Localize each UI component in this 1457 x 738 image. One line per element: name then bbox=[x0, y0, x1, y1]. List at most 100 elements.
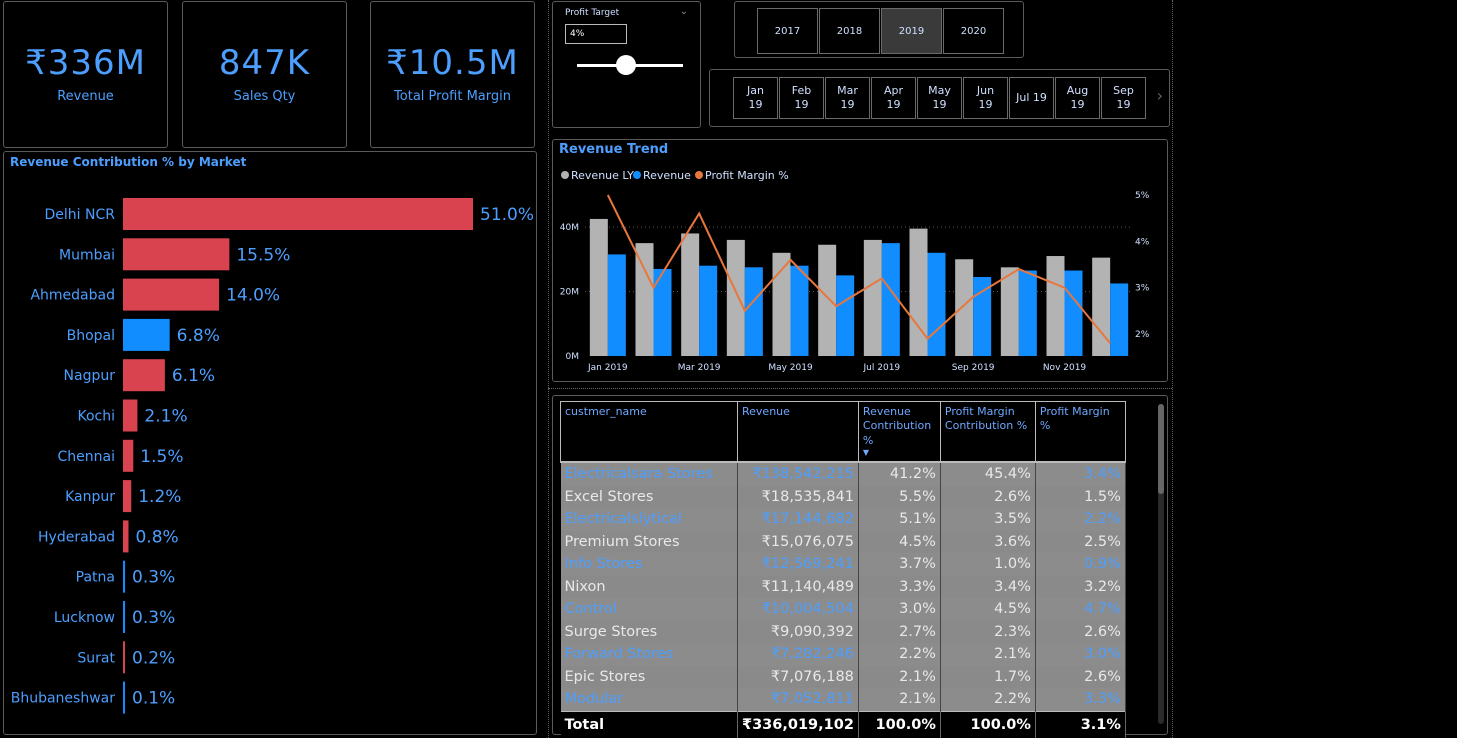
sort-desc-icon[interactable]: ▼ bbox=[863, 448, 936, 458]
bar-revenue-ly[interactable] bbox=[909, 228, 928, 356]
bar-revenue-ly[interactable] bbox=[635, 243, 654, 356]
category-label: Patna bbox=[76, 570, 115, 586]
table-row[interactable]: Epic Stores ₹7,076,188 2.1% 1.7% 2.6% bbox=[560, 665, 1126, 689]
bar-revenue-ly[interactable] bbox=[681, 233, 700, 356]
data-label: 15.5% bbox=[236, 245, 290, 265]
bar-revenue[interactable] bbox=[607, 254, 626, 356]
column-header-label: Revenue bbox=[742, 405, 790, 418]
year-button-2018[interactable]: 2018 bbox=[819, 8, 880, 54]
chevron-down-icon[interactable]: ⌄ bbox=[680, 6, 688, 17]
table-cell: 41.2% bbox=[858, 462, 941, 486]
scrollbar-thumb[interactable] bbox=[1158, 404, 1164, 494]
year-button-2017[interactable]: 2017 bbox=[757, 8, 818, 54]
bar-revenue[interactable] bbox=[927, 252, 946, 356]
column-header[interactable]: Profit Margin Contribution % bbox=[939, 401, 1036, 464]
table-cell: 3.6% bbox=[940, 530, 1036, 554]
table-row[interactable]: Nixon ₹11,140,489 3.3% 3.4% 3.2% bbox=[560, 575, 1126, 599]
legend-label[interactable]: Profit Margin % bbox=[705, 169, 789, 182]
table-row[interactable]: Electricalsara Stores ₹138,542,215 41.2% 45… bbox=[560, 462, 1126, 486]
column-header-label: custmer_name bbox=[565, 405, 647, 418]
y-tick-label: 0M bbox=[566, 352, 580, 362]
table-cell: 5.5% bbox=[858, 485, 941, 509]
slicer-title: Profit Target bbox=[565, 8, 620, 18]
category-label: Bhopal bbox=[67, 328, 115, 344]
column-header[interactable]: Revenue bbox=[737, 401, 859, 464]
bar[interactable] bbox=[123, 641, 125, 674]
table-row[interactable]: Modular ₹7,052,811 2.1% 2.2% 3.3% bbox=[560, 688, 1126, 712]
column-header[interactable]: Profit Margin % bbox=[1034, 401, 1126, 464]
bar-revenue[interactable] bbox=[1064, 270, 1083, 356]
month-button[interactable]: Feb 19 bbox=[779, 77, 824, 119]
year-button-2020[interactable]: 2020 bbox=[943, 8, 1004, 54]
profit-target-slicer[interactable]: Profit Target ⌄ bbox=[552, 1, 701, 128]
bar-revenue-ly[interactable] bbox=[818, 244, 837, 356]
page-divider bbox=[548, 0, 549, 738]
table-cell: 3.3% bbox=[1035, 688, 1126, 712]
bar[interactable] bbox=[123, 480, 132, 513]
column-header[interactable]: custmer_name bbox=[560, 401, 738, 464]
bar-revenue-ly[interactable] bbox=[589, 218, 608, 356]
table-row[interactable]: Surge Stores ₹9,090,392 2.7% 2.3% 2.6% bbox=[560, 620, 1126, 644]
bar[interactable] bbox=[123, 359, 165, 392]
bar[interactable] bbox=[123, 238, 230, 271]
table-cell: 2.6% bbox=[1035, 620, 1126, 644]
bar-revenue[interactable] bbox=[744, 267, 763, 356]
bar-revenue-ly[interactable] bbox=[1046, 256, 1065, 356]
legend-label[interactable]: Revenue LY bbox=[571, 169, 634, 182]
kpi-label: Total Profit Margin bbox=[394, 88, 511, 104]
table-cell: ₹18,535,841 bbox=[737, 485, 859, 509]
table-row[interactable]: Control ₹10,004,504 3.0% 4.5% 4.7% bbox=[560, 598, 1126, 621]
bar-revenue[interactable] bbox=[1110, 283, 1129, 356]
kpi-card-sales-qty[interactable]: 847K Sales Qty bbox=[182, 1, 347, 148]
bar[interactable] bbox=[123, 601, 126, 633]
bar[interactable] bbox=[123, 560, 126, 593]
month-button[interactable]: Jul 19 bbox=[1009, 77, 1054, 119]
month-button[interactable]: May 19 bbox=[917, 77, 962, 119]
chevron-right-icon[interactable]: › bbox=[1157, 86, 1163, 105]
column-header[interactable]: Revenue Contribution % ▼ bbox=[857, 401, 941, 464]
bar[interactable] bbox=[123, 198, 473, 230]
table-cell: 1.0% bbox=[940, 553, 1036, 576]
bar-revenue-ly[interactable] bbox=[772, 252, 791, 356]
bar[interactable] bbox=[123, 681, 125, 714]
bar[interactable] bbox=[123, 318, 170, 351]
bar-revenue-ly[interactable] bbox=[863, 239, 882, 356]
bar-revenue[interactable] bbox=[836, 275, 855, 356]
bar-revenue[interactable] bbox=[699, 265, 718, 356]
year-button-2019[interactable]: 2019 bbox=[881, 8, 942, 54]
table-cell: 2.6% bbox=[940, 485, 1036, 509]
page-divider bbox=[1172, 0, 1173, 738]
table-row[interactable]: Premium Stores ₹15,076,075 4.5% 3.6% 2.5% bbox=[560, 530, 1126, 554]
bar-revenue-ly[interactable] bbox=[1000, 267, 1019, 356]
month-button[interactable]: Jun 19 bbox=[963, 77, 1008, 119]
table-row[interactable]: Electricalslytical ₹17,144,682 5.1% 3.5% 2.2… bbox=[560, 508, 1126, 531]
bar-revenue-ly[interactable] bbox=[955, 259, 974, 356]
kpi-card-revenue[interactable]: ₹336M Revenue bbox=[3, 1, 168, 148]
bar-revenue[interactable] bbox=[973, 276, 992, 356]
table-row[interactable]: Info Stores ₹12,569,241 3.7% 1.0% 0.9% bbox=[560, 553, 1126, 576]
bar[interactable] bbox=[123, 278, 220, 311]
profit-target-input[interactable] bbox=[565, 24, 627, 44]
legend-label[interactable]: Revenue bbox=[643, 169, 691, 182]
month-button[interactable]: Sep 19 bbox=[1101, 77, 1146, 119]
bar[interactable] bbox=[123, 399, 138, 432]
slider-handle[interactable] bbox=[616, 55, 636, 75]
bar[interactable] bbox=[123, 439, 134, 472]
bar-revenue[interactable] bbox=[1018, 270, 1037, 356]
table-cell: Excel Stores bbox=[560, 485, 738, 509]
table-row[interactable]: Excel Stores ₹18,535,841 5.5% 2.6% 1.5% bbox=[560, 485, 1126, 509]
table-cell: 1.7% bbox=[940, 665, 1036, 689]
month-button[interactable]: Apr 19 bbox=[871, 77, 916, 119]
column-header-label: Profit Margin % bbox=[1039, 405, 1110, 433]
table-cell: 2.2% bbox=[1035, 508, 1126, 531]
month-button[interactable]: Jan 19 bbox=[733, 77, 778, 119]
kpi-card-profit-margin[interactable]: ₹10.5M Total Profit Margin bbox=[370, 1, 535, 148]
bar-revenue[interactable] bbox=[790, 265, 809, 356]
table-cell: 3.7% bbox=[858, 553, 941, 576]
category-label: Kochi bbox=[77, 409, 115, 425]
month-button[interactable]: Mar 19 bbox=[825, 77, 870, 119]
month-button[interactable]: Aug 19 bbox=[1055, 77, 1100, 119]
bar-revenue-ly[interactable] bbox=[726, 239, 745, 356]
table-row[interactable]: Forward Stores ₹7,282,246 2.2% 2.1% 3.0% bbox=[560, 643, 1126, 666]
bar[interactable] bbox=[123, 520, 129, 553]
